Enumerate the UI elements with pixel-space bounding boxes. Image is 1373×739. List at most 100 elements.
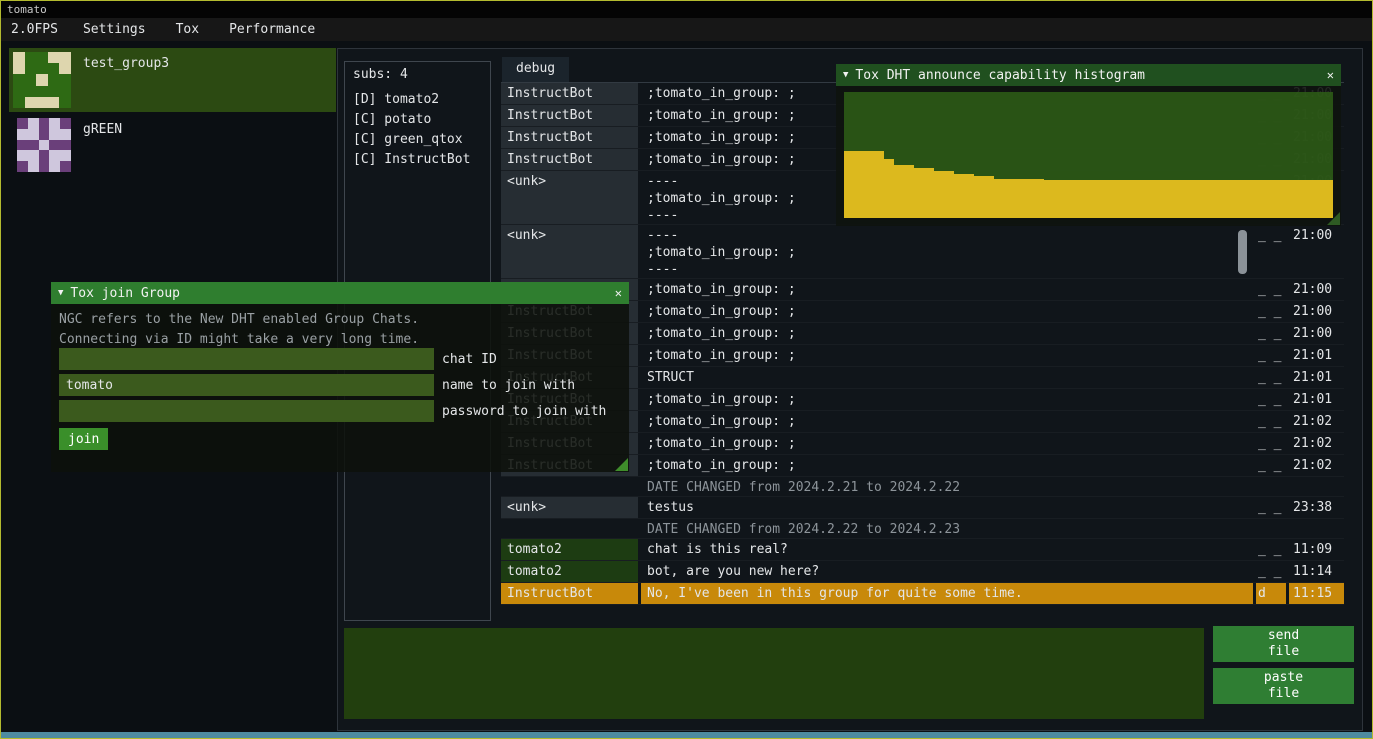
histogram-bar: [1313, 180, 1323, 218]
sender-name: InstructBot: [501, 105, 638, 126]
histogram-bar: [1283, 180, 1293, 218]
close-icon[interactable]: ✕: [615, 286, 622, 300]
message-flags: [1256, 519, 1286, 538]
message-time: 21:02: [1289, 455, 1344, 476]
collapse-icon[interactable]: ▼: [843, 70, 848, 80]
contact-item-green[interactable]: gREEN: [9, 114, 336, 176]
menu-settings[interactable]: Settings: [68, 22, 161, 37]
message-text: testus: [641, 497, 1253, 518]
member-list: [D] tomato2[C] potato[C] green_qtox[C] I…: [353, 90, 482, 170]
member-item[interactable]: [C] potato: [353, 110, 482, 130]
message-input[interactable]: [344, 628, 1204, 719]
histogram-bar: [1124, 180, 1134, 218]
message-text: ;tomato_in_group: ;: [641, 301, 1253, 322]
histogram-bar: [844, 151, 854, 218]
histogram-window-titlebar[interactable]: ▼ Tox DHT announce capability histogram …: [836, 64, 1341, 86]
histogram-bar: [1004, 179, 1014, 218]
histogram-bar: [904, 165, 914, 218]
fps-counter: 2.0FPS: [1, 22, 68, 37]
send-file-button[interactable]: send file: [1213, 626, 1354, 662]
histogram-bar: [1104, 180, 1114, 218]
chat-row[interactable]: DATE CHANGED from 2024.2.21 to 2024.2.22: [501, 477, 1344, 497]
histogram-bar: [1144, 180, 1154, 218]
message-time: 21:01: [1289, 345, 1344, 366]
message-time: 11:15: [1289, 583, 1344, 604]
chat-row[interactable]: InstructBotNo, I've been in this group f…: [501, 583, 1344, 605]
join-window-title: Tox join Group: [70, 286, 180, 301]
message-flags: _ _: [1256, 323, 1286, 344]
histogram-window-title: Tox DHT announce capability histogram: [855, 68, 1145, 83]
histogram-bar: [1154, 180, 1164, 218]
histogram-bar: [1213, 180, 1223, 218]
field-label: password to join with: [442, 404, 606, 419]
resize-grip[interactable]: [1327, 212, 1340, 225]
message-text: bot, are you new here?: [641, 561, 1253, 582]
field-label: name to join with: [442, 378, 575, 393]
histogram-bar: [1024, 179, 1034, 218]
message-time: 23:38: [1289, 497, 1344, 518]
sender-name: InstructBot: [501, 83, 638, 104]
histogram-bar: [1054, 180, 1064, 218]
message-text: No, I've been in this group for quite so…: [641, 583, 1253, 604]
histogram-bar: [994, 179, 1004, 218]
window-titlebar[interactable]: tomato: [1, 1, 1372, 18]
join-window-titlebar[interactable]: ▼ Tox join Group ✕: [51, 282, 629, 304]
histogram-bar: [954, 174, 964, 218]
message-flags: _ _: [1256, 279, 1286, 300]
message-flags: _ _: [1256, 497, 1286, 518]
chat-row[interactable]: <unk>testus_ _23:38: [501, 497, 1344, 519]
chat-row[interactable]: tomato2bot, are you new here?_ _11:14: [501, 561, 1344, 583]
message-flags: [1256, 477, 1286, 496]
message-time: 21:00: [1289, 225, 1344, 278]
menu-tox[interactable]: Tox: [161, 22, 214, 37]
group-avatar: [17, 118, 71, 172]
info-text: NGC refers to the New DHT enabled Group …: [59, 312, 419, 327]
chat-row[interactable]: tomato2chat is this real?_ _11:09: [501, 539, 1344, 561]
join-name-input[interactable]: [59, 374, 434, 396]
histogram-bar: [1273, 180, 1283, 218]
histogram-bar: [1303, 180, 1313, 218]
histogram-bar: [1183, 180, 1193, 218]
message-flags: _ _: [1256, 433, 1286, 454]
join-password-input[interactable]: [59, 400, 434, 422]
member-item[interactable]: [D] tomato2: [353, 90, 482, 110]
chat-row[interactable]: DATE CHANGED from 2024.2.22 to 2024.2.23: [501, 519, 1344, 539]
resize-grip[interactable]: [615, 458, 628, 471]
group-avatar: [13, 52, 71, 108]
sender-name: [501, 477, 638, 496]
join-button[interactable]: join: [59, 428, 108, 450]
menu-bar: 2.0FPS Settings Tox Performance: [1, 18, 1372, 41]
message-time: 21:02: [1289, 411, 1344, 432]
message-text: ;tomato_in_group: ;: [641, 411, 1253, 432]
contact-item-test-group3[interactable]: test_group3: [9, 48, 336, 112]
histogram-body: [836, 86, 1341, 226]
sender-name: <unk>: [501, 497, 638, 518]
message-text: DATE CHANGED from 2024.2.22 to 2024.2.23: [641, 519, 1253, 538]
contact-name: test_group3: [83, 56, 169, 71]
message-text: ;tomato_in_group: ;: [641, 279, 1253, 300]
close-icon[interactable]: ✕: [1327, 68, 1334, 82]
histogram-bar: [934, 171, 944, 218]
histogram-bar: [1173, 180, 1183, 218]
tab-debug[interactable]: debug: [502, 57, 569, 82]
chat-id-input[interactable]: [59, 348, 434, 370]
histogram-plot: [844, 92, 1333, 218]
histogram-bar: [1223, 180, 1233, 218]
member-item[interactable]: [C] InstructBot: [353, 150, 482, 170]
message-time: 21:01: [1289, 367, 1344, 388]
member-item[interactable]: [C] green_qtox: [353, 130, 482, 150]
paste-file-button[interactable]: paste file: [1213, 668, 1354, 704]
chat-scrollbar[interactable]: [1238, 230, 1247, 274]
histogram-bar: [984, 176, 994, 218]
menu-performance[interactable]: Performance: [214, 22, 330, 37]
collapse-icon[interactable]: ▼: [58, 288, 63, 298]
histogram-bar: [964, 174, 974, 218]
histogram-bar: [1293, 180, 1303, 218]
histogram-bar: [974, 176, 984, 218]
message-flags: _ _: [1256, 345, 1286, 366]
sender-name: [501, 519, 638, 538]
chat-row[interactable]: <unk>---- ;tomato_in_group: ; ----_ _21:…: [501, 225, 1344, 279]
sender-name: <unk>: [501, 225, 638, 278]
histogram-bar: [1203, 180, 1213, 218]
message-flags: _ _: [1256, 367, 1286, 388]
